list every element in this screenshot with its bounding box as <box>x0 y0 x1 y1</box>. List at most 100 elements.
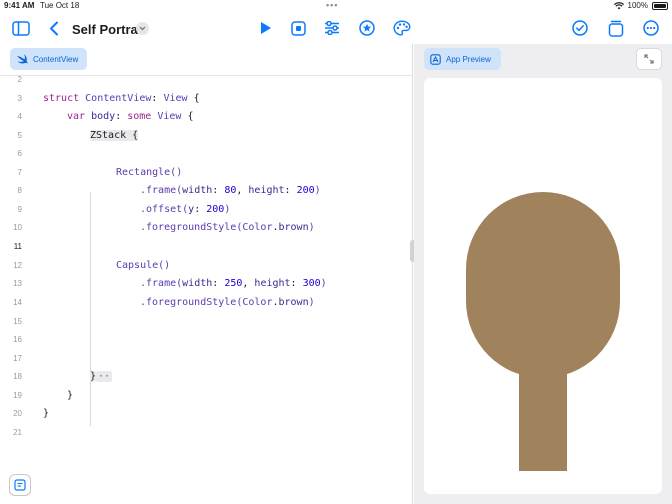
method: .frame( <box>140 278 183 289</box>
line-number: 13 <box>13 279 22 288</box>
title-menu-chevron-icon[interactable] <box>136 22 149 35</box>
identifier: body <box>91 111 116 122</box>
sliders-icon[interactable] <box>320 16 344 40</box>
expand-arrows-icon <box>644 54 654 64</box>
code-line: 13 .frame(width: 250, height: 300) <box>0 276 413 294</box>
punctuation: { <box>187 111 194 122</box>
code-text[interactable]: .offset(y: 200) <box>140 204 230 215</box>
number-literal: 250 <box>224 278 243 289</box>
run-play-icon[interactable] <box>254 16 278 40</box>
code-text[interactable]: .foregroundStyle(Color.brown) <box>140 297 315 308</box>
tab-contentview[interactable]: ContentView <box>10 48 87 70</box>
code-line: 16 <box>0 332 413 350</box>
line-number: 2 <box>17 75 22 84</box>
code-text[interactable]: .foregroundStyle(Color.brown) <box>140 222 315 233</box>
punctuation: ) <box>308 297 315 308</box>
number-literal: 200 <box>296 185 315 196</box>
code-text[interactable]: } <box>67 390 73 401</box>
battery-percent: 100% <box>627 1 648 10</box>
code-text[interactable]: struct ContentView: View { <box>43 93 200 104</box>
punctuation: : <box>284 185 297 196</box>
code-line: 3 struct ContentView: View { <box>0 91 413 109</box>
code-text[interactable]: } ·· <box>90 371 113 382</box>
expand-preview-button[interactable] <box>636 48 662 70</box>
keyword: some <box>127 111 152 122</box>
code-line: 4 var body: some View { <box>0 109 413 127</box>
code-line: 9 .offset(y: 200) <box>0 202 413 220</box>
line-number: 18 <box>13 372 22 381</box>
method: .frame( <box>140 185 183 196</box>
punctuation: { <box>193 93 200 104</box>
tab-app-preview[interactable]: App Preview <box>424 48 501 70</box>
code-line: 12 Capsule() <box>0 258 413 276</box>
code-text[interactable]: } <box>43 408 49 419</box>
battery-icon <box>652 1 668 10</box>
code-text[interactable]: .frame(width: 250, height: 300) <box>140 278 327 289</box>
code-line: 10 .foregroundStyle(Color.brown) <box>0 220 413 238</box>
identifier: brown <box>278 222 309 233</box>
project-title[interactable]: Self Portrait <box>72 22 146 37</box>
wifi-icon <box>613 1 624 9</box>
code-line: 18 } ·· <box>0 369 413 387</box>
punctuation: ) <box>320 278 327 289</box>
punctuation: : <box>290 278 303 289</box>
tab-contentview-label: ContentView <box>33 54 79 64</box>
punctuation: ) <box>224 204 231 215</box>
code-line: 21 <box>0 425 413 443</box>
status-right: 100% <box>613 1 668 10</box>
zstack-token[interactable]: ZStack { <box>90 130 139 141</box>
argument-label: height <box>248 185 285 196</box>
keyword: var <box>67 111 86 122</box>
code-line: 8 .frame(width: 80, height: 200) <box>0 183 413 201</box>
method: .foregroundStyle( <box>140 297 243 308</box>
punctuation: : <box>212 185 225 196</box>
code-line: 19 } <box>0 388 413 406</box>
code-line: 15 <box>0 314 413 332</box>
line-number: 6 <box>17 149 22 158</box>
line-number: 5 <box>17 131 22 140</box>
line-number: 12 <box>13 261 22 270</box>
status-date: Tue Oct 18 <box>40 1 80 10</box>
preview-pane: App Preview <box>414 44 672 504</box>
punctuation: : <box>151 93 158 104</box>
method: .offset( <box>140 204 189 215</box>
portrait-rectangle <box>519 363 567 471</box>
preview-rendering <box>466 192 620 471</box>
keyword: struct <box>43 93 80 104</box>
line-number: 4 <box>17 112 22 121</box>
code-line: 17 <box>0 351 413 369</box>
number-literal: 80 <box>224 185 237 196</box>
more-ellipsis-icon[interactable] <box>639 16 663 40</box>
sidebar-toggle-icon[interactable] <box>9 16 33 40</box>
status-bar: 9:41 AM Tue Oct 18 ••• 100% <box>0 0 672 12</box>
code-line: 2 <box>0 72 413 90</box>
argument-label: height <box>254 278 291 289</box>
type-name: Color <box>242 297 273 308</box>
checkmark-circle-icon[interactable] <box>568 16 592 40</box>
code-text[interactable]: Rectangle() <box>116 167 182 178</box>
type-name: ContentView <box>85 93 152 104</box>
code-line: 6 <box>0 146 413 164</box>
punctuation: : <box>115 111 122 122</box>
tab-app-preview-label: App Preview <box>446 54 491 64</box>
fold-ellipsis[interactable]: ·· <box>96 371 113 382</box>
line-number: 8 <box>17 186 22 195</box>
code-text[interactable]: Capsule() <box>116 260 170 271</box>
star-circle-icon[interactable] <box>355 16 379 40</box>
code-text[interactable]: .frame(width: 80, height: 200) <box>140 185 321 196</box>
console-list-icon[interactable] <box>9 474 31 496</box>
type-name: Color <box>242 222 273 233</box>
multitasking-dots-icon[interactable]: ••• <box>326 0 338 10</box>
line-number: 9 <box>17 205 22 214</box>
punctuation: ) <box>314 185 321 196</box>
code-line: 14 .foregroundStyle(Color.brown) <box>0 295 413 313</box>
identifier: brown <box>278 297 309 308</box>
square-stack-icon[interactable] <box>604 16 628 40</box>
code-text[interactable]: var body: some View { <box>67 111 194 122</box>
back-chevron-icon[interactable] <box>42 16 66 40</box>
code-line: 5 ZStack { <box>0 128 413 146</box>
stop-icon[interactable] <box>286 16 310 40</box>
punctuation: , <box>242 278 255 289</box>
palette-icon[interactable] <box>390 16 414 40</box>
argument-label: width <box>182 278 213 289</box>
